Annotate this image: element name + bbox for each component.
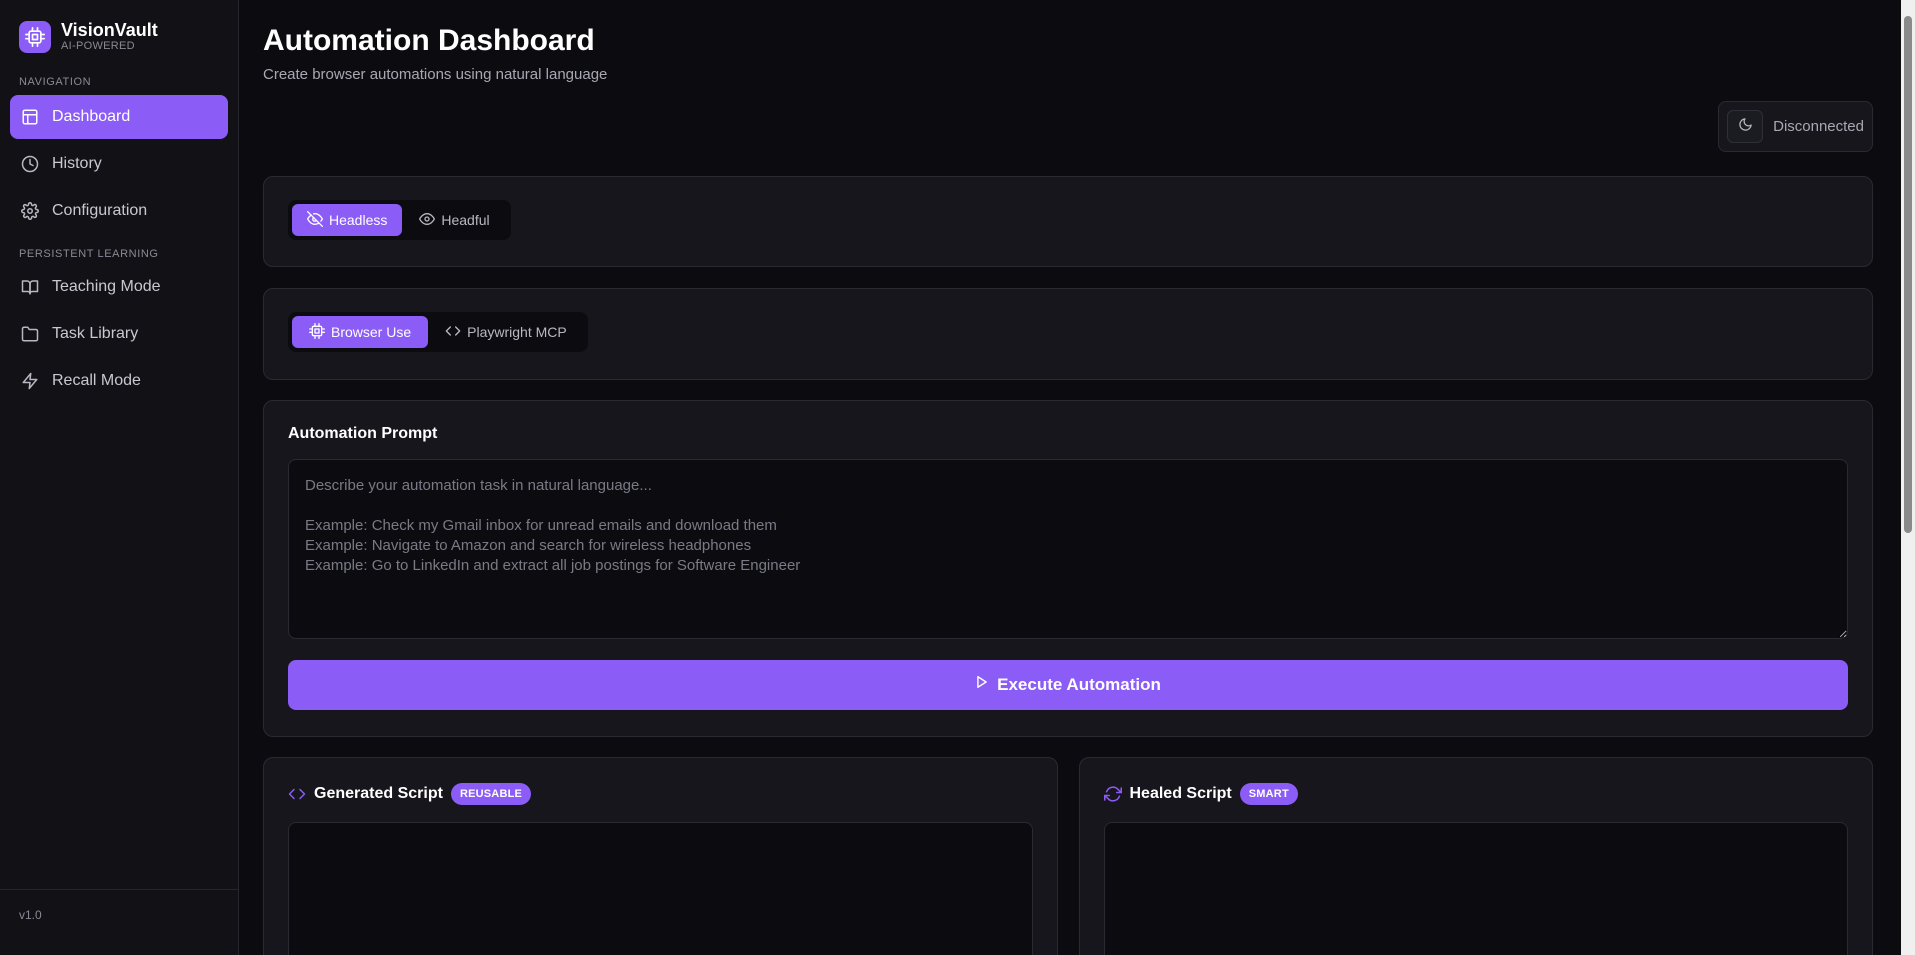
moon-icon: [1738, 117, 1753, 137]
prompt-label: Automation Prompt: [288, 425, 438, 442]
generated-script-card: Generated Script REUSABLE: [263, 757, 1058, 955]
sidebar-item-history[interactable]: History: [10, 142, 228, 186]
healed-script-card: Healed Script SMART: [1078, 757, 1873, 955]
sidebar-footer: v1.0: [0, 889, 238, 955]
page-scrollbar[interactable]: [1901, 0, 1915, 955]
sidebar-item-recall-mode[interactable]: Recall Mode: [10, 359, 228, 403]
connection-status: Disconnected: [1718, 101, 1873, 152]
browser-use-button[interactable]: Browser Use: [292, 316, 429, 348]
prompt-input[interactable]: [288, 459, 1848, 639]
sidebar-item-label: Task Library: [52, 325, 139, 342]
sidebar-item-task-library[interactable]: Task Library: [10, 312, 228, 356]
scripts-row: Generated Script REUSABLE Healed Script …: [263, 757, 1873, 955]
generated-script-title: Generated Script: [314, 785, 443, 802]
browser-mode-card: Headless Headful: [263, 176, 1873, 267]
execute-label: Execute Automation: [997, 675, 1161, 694]
headless-label: Headless: [329, 212, 388, 228]
eye-off-icon: [307, 210, 329, 230]
version-label: v1.0: [19, 908, 42, 922]
main-nav: Dashboard History Configuration: [0, 95, 238, 233]
scrollbar-thumb[interactable]: [1904, 16, 1912, 533]
play-icon: [975, 675, 997, 695]
playwright-mcp-label: Playwright MCP: [467, 324, 567, 340]
reusable-badge: REUSABLE: [450, 783, 532, 805]
status-text: Disconnected: [1773, 118, 1864, 135]
eye-icon: [419, 211, 441, 230]
sidebar-item-configuration[interactable]: Configuration: [10, 189, 228, 233]
engine-toggle: Browser Use Playwright MCP: [288, 312, 588, 352]
code-icon: [445, 323, 467, 342]
sidebar: VisionVault AI-POWERED NAVIGATION Dashbo…: [0, 0, 239, 955]
cpu-icon: [309, 322, 331, 342]
generated-script-output[interactable]: [288, 822, 1033, 955]
refresh-icon: [1103, 785, 1122, 803]
sidebar-item-label: History: [52, 155, 102, 172]
browser-mode-toggle: Headless Headful: [288, 200, 511, 240]
headful-label: Headful: [441, 212, 490, 228]
sidebar-item-label: Recall Mode: [52, 372, 141, 389]
main-content: Automation Dashboard Create browser auto…: [239, 0, 1915, 955]
headful-button[interactable]: Headful: [402, 204, 506, 236]
headless-button[interactable]: Headless: [292, 204, 403, 236]
sidebar-item-teaching-mode[interactable]: Teaching Mode: [10, 265, 228, 309]
brand-subtitle: AI-POWERED: [61, 40, 135, 52]
sidebar-item-label: Teaching Mode: [52, 278, 161, 295]
gear-icon: [20, 201, 40, 221]
theme-toggle-button[interactable]: [1727, 110, 1764, 143]
engine-card: Browser Use Playwright MCP: [263, 288, 1873, 380]
healed-script-title: Healed Script: [1129, 785, 1232, 802]
playwright-mcp-button[interactable]: Playwright MCP: [428, 316, 584, 348]
app-root: VisionVault AI-POWERED NAVIGATION Dashbo…: [0, 0, 1915, 955]
browser-use-label: Browser Use: [331, 324, 412, 340]
page-title: Automation Dashboard: [263, 24, 595, 57]
clock-icon: [20, 154, 40, 174]
dashboard-icon: [20, 107, 40, 127]
zap-icon: [20, 371, 40, 391]
brand-name: VisionVault: [61, 20, 158, 40]
cpu-icon: [19, 20, 51, 53]
brand: VisionVault AI-POWERED: [0, 0, 238, 55]
page-subtitle: Create browser automations using natural…: [263, 66, 608, 83]
sidebar-item-dashboard[interactable]: Dashboard: [10, 95, 228, 139]
sidebar-item-label: Configuration: [52, 202, 148, 219]
execute-automation-button[interactable]: Execute Automation: [288, 660, 1848, 710]
healed-script-output[interactable]: [1103, 822, 1848, 955]
folder-icon: [20, 324, 40, 344]
smart-badge: SMART: [1239, 783, 1298, 805]
navigation-section-label: NAVIGATION: [19, 76, 92, 88]
learning-nav: Teaching Mode Task Library Recall Mode: [0, 265, 238, 403]
prompt-card: Automation Prompt Execute Automation: [263, 400, 1873, 737]
book-icon: [20, 277, 40, 297]
sidebar-item-label: Dashboard: [52, 108, 131, 125]
code-icon: [288, 785, 306, 803]
learning-section-label: PERSISTENT LEARNING: [19, 248, 159, 260]
